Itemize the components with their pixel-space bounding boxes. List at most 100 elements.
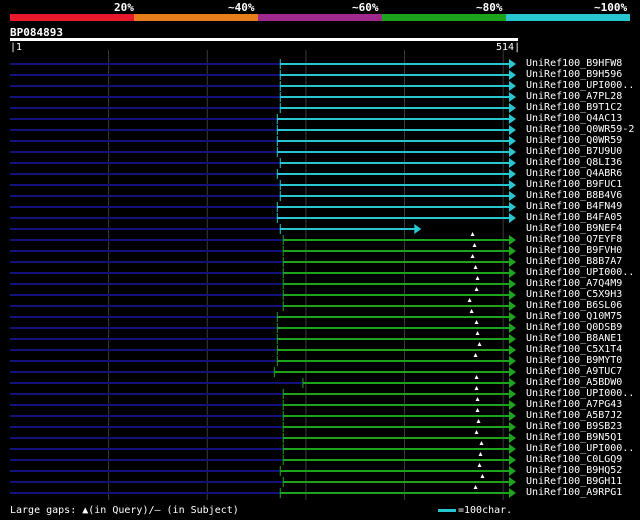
hit-label[interactable]: UniRef100_A7PG43 — [526, 399, 622, 410]
query-gap-marker — [480, 474, 485, 478]
query-gap-marker — [477, 342, 482, 346]
query-gap-marker — [474, 287, 479, 291]
alignment-end-arrow — [509, 246, 516, 256]
query-gap-marker — [478, 452, 483, 456]
query-gap-marker — [474, 430, 479, 434]
hit-label[interactable]: UniRef100_C0LGQ9 — [526, 454, 622, 465]
hit-label[interactable]: UniRef100_B9FUC1 — [526, 179, 622, 190]
hit-label[interactable]: UniRef100_B9T1C2 — [526, 102, 622, 113]
query-gap-marker — [469, 309, 474, 313]
hit-label[interactable]: UniRef100_B9H596 — [526, 69, 622, 80]
hit-label[interactable]: UniRef100_B9HQ52 — [526, 465, 622, 476]
hit-label[interactable]: UniRef100_B9N5Q1 — [526, 432, 622, 443]
alignment-end-arrow — [509, 323, 516, 333]
alignment-end-arrow — [509, 180, 516, 190]
hit-label[interactable]: UniRef100_Q0DSB9 — [526, 322, 622, 333]
alignment-end-arrow — [509, 290, 516, 300]
hit-label[interactable]: UniRef100_B9HFW8 — [526, 58, 622, 69]
alignment-end-arrow — [509, 422, 516, 432]
query-gap-marker — [472, 243, 477, 247]
alignment-end-arrow — [509, 235, 516, 245]
alignment-end-arrow — [509, 136, 516, 146]
hit-label[interactable]: UniRef100_B9SB23 — [526, 421, 622, 432]
hit-label[interactable]: UniRef100_B7U9U0 — [526, 146, 622, 157]
hit-label[interactable]: UniRef100_B8B4V6 — [526, 190, 622, 201]
alignment-end-arrow — [509, 147, 516, 157]
alignment-end-arrow — [509, 477, 516, 487]
hit-label[interactable]: UniRef100_A7Q4M9 — [526, 278, 622, 289]
query-gap-marker — [479, 441, 484, 445]
alignment-end-arrow — [509, 444, 516, 454]
hit-label[interactable]: UniRef100_B8B7A7 — [526, 256, 622, 267]
alignment-end-arrow — [509, 433, 516, 443]
query-gap-marker — [477, 463, 482, 467]
gap-legend: Large gaps: ▲(in Query)/– (in Subject) — [10, 505, 239, 516]
hit-label[interactable]: UniRef100_C5X1T4 — [526, 344, 622, 355]
hit-label[interactable]: UniRef100_UPI000.. — [526, 267, 634, 278]
hit-label[interactable]: UniRef100_A5BDW0 — [526, 377, 622, 388]
hit-label[interactable]: UniRef100_Q4ABR6 — [526, 168, 622, 179]
query-gap-marker — [470, 232, 475, 236]
query-gap-marker — [473, 353, 478, 357]
hit-label[interactable]: UniRef100_B8ANE1 — [526, 333, 622, 344]
hit-label[interactable]: UniRef100_Q0WR59 — [526, 135, 622, 146]
hit-label[interactable]: UniRef100_B4FA05 — [526, 212, 622, 223]
alignment-end-arrow — [509, 169, 516, 179]
alignment-end-arrow — [509, 191, 516, 201]
hit-label[interactable]: UniRef100_UPI000.. — [526, 80, 634, 91]
alignment-end-arrow — [509, 411, 516, 421]
alignment-end-arrow — [509, 103, 516, 113]
hit-label[interactable]: UniRef100_C5X9H3 — [526, 289, 622, 300]
alignment-end-arrow — [509, 213, 516, 223]
hit-label[interactable]: UniRef100_B4FN49 — [526, 201, 622, 212]
alignment-end-arrow — [509, 312, 516, 322]
hit-label[interactable]: UniRef100_B9MYT0 — [526, 355, 622, 366]
hit-label[interactable]: UniRef100_A9RPG1 — [526, 487, 622, 498]
hit-label[interactable]: UniRef100_Q7EYF8 — [526, 234, 622, 245]
hit-label[interactable]: UniRef100_UPI000.. — [526, 443, 634, 454]
query-gap-marker — [474, 386, 479, 390]
scale-text: =100char. — [458, 505, 513, 516]
query-gap-marker — [476, 419, 481, 423]
alignment-end-arrow — [509, 466, 516, 476]
alignment-end-arrow — [509, 114, 516, 124]
alignment-end-arrow — [509, 257, 516, 267]
alignment-end-arrow — [509, 70, 516, 80]
query-gap-marker — [473, 265, 478, 269]
scale-legend: =100char. — [438, 505, 512, 516]
alignment-end-arrow — [509, 389, 516, 399]
hit-label[interactable]: UniRef100_A9TUC7 — [526, 366, 622, 377]
hit-label[interactable]: UniRef100_A5B7J2 — [526, 410, 622, 421]
query-gap-marker — [470, 254, 475, 258]
hit-label[interactable]: UniRef100_Q0WR59-2 — [526, 124, 634, 135]
hit-label[interactable]: UniRef100_Q10M75 — [526, 311, 622, 322]
alignment-end-arrow — [509, 455, 516, 465]
query-gap-marker — [475, 397, 480, 401]
alignment-end-arrow — [509, 378, 516, 388]
alignment-end-arrow — [509, 158, 516, 168]
hit-label[interactable]: UniRef100_Q8LI36 — [526, 157, 622, 168]
query-gap-marker — [475, 408, 480, 412]
query-gap-marker — [474, 375, 479, 379]
query-gap-marker — [475, 331, 480, 335]
alignment-end-arrow — [509, 202, 516, 212]
alignment-end-arrow — [509, 81, 516, 91]
scale-bar — [438, 508, 456, 512]
alignment-end-arrow — [509, 59, 516, 69]
hit-label[interactable]: UniRef100_A7PL28 — [526, 91, 622, 102]
hit-label[interactable]: UniRef100_B6SL06 — [526, 300, 622, 311]
alignment-end-arrow — [509, 92, 516, 102]
query-gap-marker — [467, 298, 472, 302]
alignment-end-arrow — [509, 268, 516, 278]
alignment-end-arrow — [414, 224, 422, 234]
hit-label[interactable]: UniRef100_Q4AC13 — [526, 113, 622, 124]
query-gap-marker — [473, 485, 478, 489]
hit-label[interactable]: UniRef100_UPI000.. — [526, 388, 634, 399]
alignment-end-arrow — [509, 334, 516, 344]
alignment-end-arrow — [509, 488, 516, 498]
hit-label[interactable]: UniRef100_B9FVH0 — [526, 245, 622, 256]
hit-label[interactable]: UniRef100_B9GH11 — [526, 476, 622, 487]
hit-label[interactable]: UniRef100_B9NEF4 — [526, 223, 622, 234]
alignment-end-arrow — [509, 356, 516, 366]
query-gap-marker — [475, 276, 480, 280]
